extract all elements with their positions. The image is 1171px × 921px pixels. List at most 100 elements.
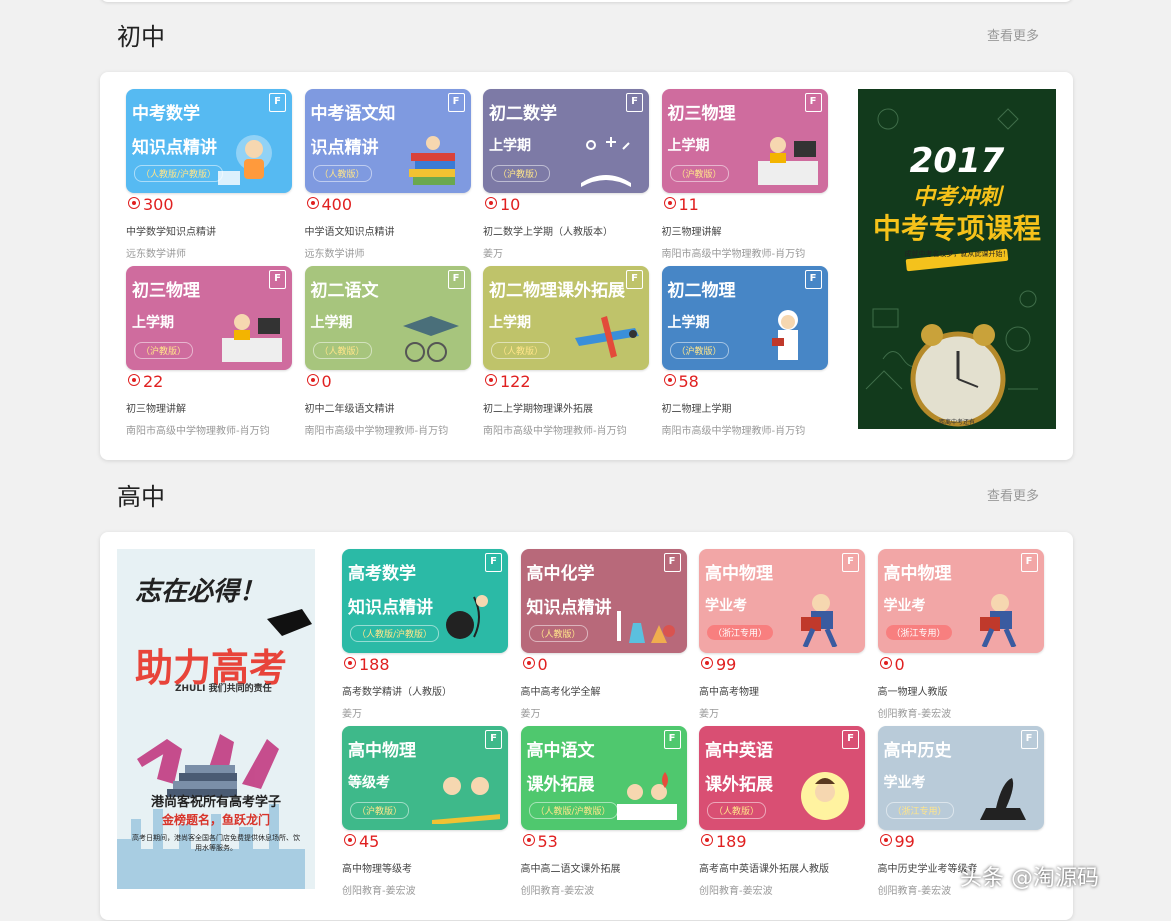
view-count-value: 99 xyxy=(716,655,737,674)
thumbnail-title: 中考语文知 xyxy=(310,104,396,124)
course-title-link[interactable]: 初三物理讲解 xyxy=(126,400,186,415)
course-card[interactable]: 高考数学 知识点精讲 （人教版/沪教版） F 188 高考数学精讲（人教版） 姜万 xyxy=(342,549,508,721)
course-author: 姜万 xyxy=(520,709,541,720)
thumbnail-title: 初二语文 xyxy=(310,281,379,301)
view-count: 53 xyxy=(522,834,558,850)
thumbnail-subtitle: 上学期 xyxy=(489,138,531,154)
course-thumbnail[interactable]: 初三物理 上学期 （沪教版） F xyxy=(661,89,828,193)
course-title-link[interactable]: 高考数学精讲（人教版） xyxy=(342,683,452,698)
view-count: 11 xyxy=(663,195,699,214)
course-author: 创阳教育-姜宏波 xyxy=(520,886,595,897)
course-title-link[interactable]: 高中高考化学全解 xyxy=(521,683,601,698)
view-count: 22 xyxy=(128,374,163,390)
course-author: 姜万 xyxy=(699,709,719,720)
course-thumbnail[interactable]: 初二物理 上学期 （沪教版） F xyxy=(661,266,828,370)
view-count-value: 122 xyxy=(500,372,531,391)
view-count: 99 xyxy=(879,834,915,850)
brand-logo-icon: F xyxy=(269,270,286,289)
thumbnail-title: 高考数学 xyxy=(348,564,416,584)
course-thumbnail[interactable]: 高中物理 学业考 （浙江专用） F xyxy=(699,549,865,653)
view-count: 0 xyxy=(306,372,332,391)
brand-logo-icon: F xyxy=(842,553,859,572)
course-card[interactable]: 高中化学 知识点精讲 （人教版） F 0 高中高考化学全解 姜万 xyxy=(520,549,687,721)
course-title-link[interactable]: 高中高考物理 xyxy=(699,683,759,698)
edition-tag: （人教版） xyxy=(312,165,372,182)
course-card[interactable]: 初二数学 上学期 （沪教版） F 10 初二数学上学期（人教版本） 姜万 xyxy=(483,89,649,261)
view-count: 58 xyxy=(663,374,699,390)
promo-banner-zhongkao[interactable]: 2017 中考冲刺 中考专项课程 成就中考名校梦，就从此课开始！ 距离中考还有 xyxy=(858,89,1056,429)
brand-logo-icon: F xyxy=(663,553,681,572)
illustration-icon xyxy=(979,594,1016,647)
course-thumbnail[interactable]: 初二语文 上学期 （人教版） F xyxy=(304,266,471,370)
course-thumbnail[interactable]: 高考数学 知识点精讲 （人教版/沪教版） F xyxy=(342,549,508,653)
course-card[interactable]: 初二物理 上学期 （沪教版） F 58 初二物理上学期 南阳市高级中学物理教师-肖万钧 xyxy=(661,266,828,438)
course-card[interactable]: 初三物理 上学期 （沪教版） F 22 初三物理讲解 南阳市高级中学物理教师-肖万钧 xyxy=(126,266,292,438)
course-title-link[interactable]: 初三物理讲解 xyxy=(662,223,722,238)
course-card[interactable]: 高中物理 学业考 （浙江专用） F 99 高中高考物理姜万 xyxy=(699,549,865,721)
course-card[interactable]: 初二语文 上学期 （人教版） F 0 初中二年级语文精讲 南阳市高级中学物理教师-肖万钧 xyxy=(304,266,471,438)
view-more-link-senior[interactable]: 查看更多 xyxy=(987,490,1039,503)
previous-panel-edge xyxy=(100,0,1073,2)
view-count: 188 xyxy=(344,657,390,673)
edition-tag: （沪教版） xyxy=(350,802,410,819)
course-thumbnail[interactable]: 中考语文知 识点精讲 （人教版） F xyxy=(304,89,471,193)
course-title-link[interactable]: 高中高二语文课外拓展 xyxy=(521,860,621,875)
section-title-junior: 初中 xyxy=(117,23,165,51)
thumbnail-subtitle: 上学期 xyxy=(489,315,531,331)
course-thumbnail[interactable]: 初三物理 上学期 （沪教版） F xyxy=(126,266,292,370)
promo-banner-gaokao[interactable]: 志在必得！ 助力高考 ZHULI 我们共同的责任 港尚客祝所有高考学子 金榜题名… xyxy=(117,549,315,889)
view-count-value: 11 xyxy=(678,195,699,214)
course-thumbnail[interactable]: 高中英语 课外拓展 （人教版） F xyxy=(699,726,865,830)
course-card[interactable]: 高中物理 等级考 （沪教版） F 45 高中物理等级考 创阳教育-姜宏波 xyxy=(342,726,508,898)
course-title-link[interactable]: 初二物理上学期 xyxy=(662,400,732,415)
course-thumbnail[interactable]: 高中物理 学业考 （浙江专用） F xyxy=(877,549,1044,653)
thumbnail-title: 初二物理 xyxy=(667,281,736,301)
illustration-icon xyxy=(801,772,849,820)
course-title-link[interactable]: 初中二年级语文精讲 xyxy=(305,400,395,415)
course-thumbnail[interactable]: 高中语文 课外拓展 （人教版/沪教版） F xyxy=(520,726,687,830)
course-author: 远东数学讲师 xyxy=(304,249,365,260)
course-card[interactable]: 高中物理 学业考 （浙江专用） F 0 高一物理人教版 创阳教育-姜宏波 xyxy=(877,549,1044,721)
course-author: 创阳教育-姜宏波 xyxy=(699,886,773,897)
course-title-link[interactable]: 高考高中英语课外拓展人教版 xyxy=(699,860,829,875)
view-count-icon xyxy=(306,374,319,386)
view-count-value: 0 xyxy=(321,372,332,391)
view-count: 10 xyxy=(485,197,520,213)
course-thumbnail[interactable]: 高中历史 学业考 （浙江专用） F xyxy=(877,726,1044,830)
view-count-value: 189 xyxy=(716,832,747,851)
view-count: 45 xyxy=(344,834,379,850)
illustration-icon xyxy=(432,777,500,824)
course-thumbnail[interactable]: 高中化学 知识点精讲 （人教版） F xyxy=(520,549,687,653)
banner-sub: ZHULI 我们共同的责任 xyxy=(175,684,272,694)
thumbnail-title: 初三物理 xyxy=(132,281,200,301)
course-thumbnail[interactable]: 初二物理课外拓展 上学期 （人教版） F xyxy=(483,266,649,370)
illustration-icon xyxy=(801,594,838,647)
course-title-link[interactable]: 高一物理人教版 xyxy=(878,683,948,698)
view-count-value: 188 xyxy=(359,655,390,674)
course-title-link[interactable]: 初二上学期物理课外拓展 xyxy=(483,400,593,415)
course-card[interactable]: 中考语文知 识点精讲 （人教版） F 400 中学语文知识点精讲 远东数学讲师 xyxy=(304,89,471,261)
illustration-icon xyxy=(575,316,639,358)
course-thumbnail[interactable]: 高中物理 等级考 （沪教版） F xyxy=(342,726,508,830)
course-thumbnail[interactable]: 初二数学 上学期 （沪教版） F xyxy=(483,89,649,193)
view-count-icon xyxy=(701,657,713,669)
course-card[interactable]: 高中语文 课外拓展 （人教版/沪教版） F 53 高中高二语文课外拓展创阳教育-姜宏波 xyxy=(520,726,687,898)
view-count: 300 xyxy=(128,197,174,213)
course-title-link[interactable]: 初二数学上学期（人教版本） xyxy=(483,223,613,238)
course-thumbnail[interactable]: 中考数学 知识点精讲 （人教版/沪教版） F xyxy=(126,89,292,193)
brand-logo-icon: F xyxy=(663,730,681,749)
brand-logo-icon: F xyxy=(626,93,643,112)
course-card[interactable]: 中考数学 知识点精讲 （人教版/沪教版） F 300 中学数学知识点精讲 远东数学讲师 xyxy=(126,89,292,261)
edition-tag: （人教版/沪教版） xyxy=(350,625,440,642)
course-title-link[interactable]: 中学语文知识点精讲 xyxy=(305,223,395,238)
view-more-link-junior[interactable]: 查看更多 xyxy=(987,30,1039,43)
edition-tag: （人教版） xyxy=(312,342,372,359)
edition-tag: （沪教版） xyxy=(134,342,194,359)
course-title-link[interactable]: 中学数学知识点精讲 xyxy=(126,223,216,238)
course-title-link[interactable]: 高中物理等级考 xyxy=(342,860,412,875)
course-card[interactable]: 初二物理课外拓展 上学期 （人教版） F 122 初二上学期物理课外拓展 南阳市高级中学物理… xyxy=(483,266,649,438)
view-count-value: 300 xyxy=(143,195,174,214)
course-card[interactable]: 高中英语 课外拓展 （人教版） F 189 高考高中英语课外拓展人教版创阳教育-姜宏波 xyxy=(699,726,865,898)
view-count-icon xyxy=(879,657,892,669)
course-card[interactable]: 初三物理 上学期 （沪教版） F 11 初三物理讲解 南阳市高级中学物理教师-肖万钧 xyxy=(661,89,828,261)
